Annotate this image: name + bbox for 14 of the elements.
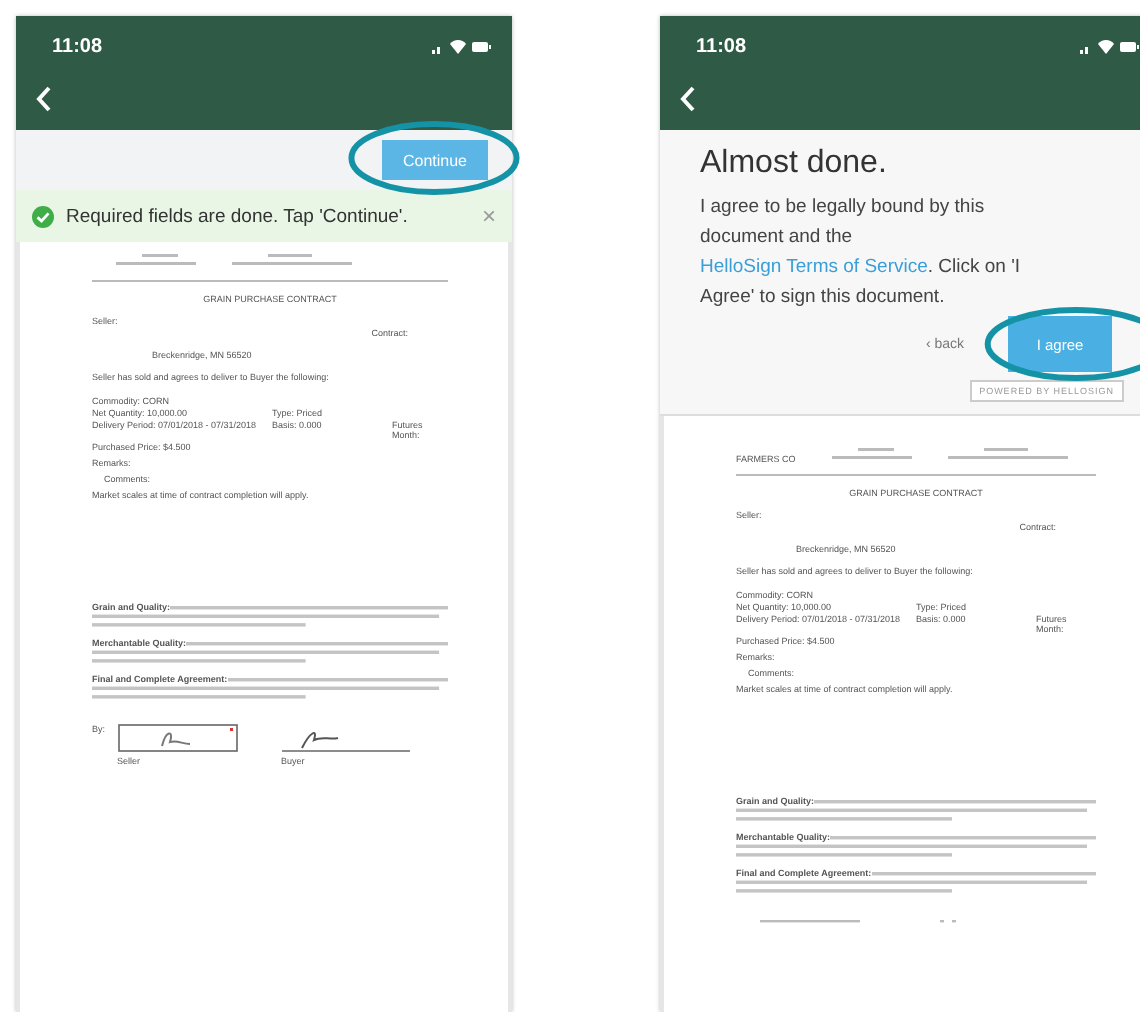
consent-text: I agree to be legally bound by this document and the HelloSign Terms of Service. Click on 'I Agree' to sign this document. [700, 194, 1023, 312]
close-button[interactable]: × [481, 202, 496, 230]
status-icons [1080, 38, 1140, 56]
back-icon[interactable] [36, 86, 52, 112]
check-circle-icon [32, 205, 54, 227]
banner-message: Required fields are done. Tap 'Continue'. [66, 205, 410, 227]
back-icon[interactable] [680, 86, 696, 112]
signature-drawing [117, 724, 238, 752]
continue-button[interactable]: Continue [382, 140, 488, 180]
terms-link[interactable]: HelloSign Terms of Service [700, 256, 928, 278]
panel-title: Almost done. [700, 146, 889, 182]
status-icons [432, 38, 492, 56]
status-time: 11:08 [696, 36, 747, 58]
status-time: 11:08 [52, 36, 103, 58]
